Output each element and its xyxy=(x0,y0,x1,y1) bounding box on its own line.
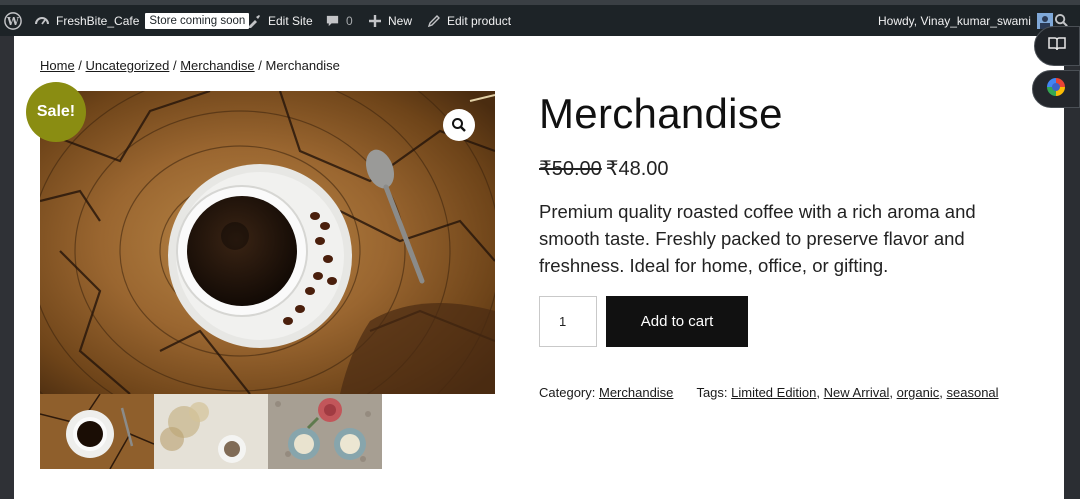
product-page: Home / Uncategorized / Merchandise / Mer… xyxy=(14,36,1064,499)
regular-price: ₹50.00 xyxy=(539,158,602,180)
store-coming-soon-badge[interactable]: Store coming soon xyxy=(145,12,250,29)
site-name: FreshBite_Cafe xyxy=(56,13,140,28)
comments-count: 0 xyxy=(346,13,353,28)
my-account-menu[interactable]: Howdy, Vinay_kumar_swami xyxy=(878,5,1053,36)
howdy-label: Howdy, Vinay_kumar_swami xyxy=(878,13,1031,28)
edit-site-label: Edit Site xyxy=(268,13,313,28)
thumbnail-flowers-coffee[interactable] xyxy=(154,394,268,469)
pencil-icon xyxy=(427,14,441,28)
quantity-input[interactable]: 1 xyxy=(539,296,597,347)
sale-price: ₹48.00 xyxy=(605,158,669,180)
tag-link[interactable]: New Arrival xyxy=(824,385,890,400)
edit-product-link[interactable]: Edit product xyxy=(427,5,511,36)
thumbnail-rose-cups[interactable] xyxy=(268,394,382,469)
site-name-menu[interactable]: FreshBite_Cafe Store coming soon xyxy=(34,5,250,36)
thumbnail-gallery xyxy=(40,394,382,469)
product-meta: Category: Merchandise Tags: Limited Edit… xyxy=(539,385,999,400)
category-link[interactable]: Merchandise xyxy=(599,385,673,400)
book-icon xyxy=(1047,36,1067,57)
extension-button[interactable] xyxy=(1032,70,1080,108)
tag-link[interactable]: seasonal xyxy=(947,385,999,400)
add-to-cart-button[interactable]: Add to cart xyxy=(606,296,748,347)
svg-text:W: W xyxy=(6,15,20,28)
comments-link[interactable]: 0 xyxy=(325,5,353,36)
tags-label: Tags: xyxy=(696,385,732,400)
tag-link[interactable]: Limited Edition xyxy=(731,385,816,400)
comment-icon xyxy=(325,13,340,28)
breadcrumb-separator: / xyxy=(169,58,181,73)
breadcrumb-home[interactable]: Home xyxy=(40,58,75,73)
breadcrumb-separator: / xyxy=(254,58,266,73)
product-main-image[interactable] xyxy=(40,91,495,394)
category-label: Category: xyxy=(539,385,599,400)
breadcrumb: Home / Uncategorized / Merchandise / Mer… xyxy=(40,58,340,73)
breadcrumb-uncategorized[interactable]: Uncategorized xyxy=(86,58,170,73)
brush-icon xyxy=(246,13,262,29)
edit-product-label: Edit product xyxy=(447,13,512,28)
product-description: Premium quality roasted coffee with a ri… xyxy=(539,201,976,276)
tag-link[interactable]: organic xyxy=(897,385,940,400)
breadcrumb-separator: / xyxy=(74,58,86,73)
thumbnail-coffee-cup[interactable] xyxy=(40,394,154,469)
breadcrumb-current: Merchandise xyxy=(265,58,340,73)
reader-mode-button[interactable] xyxy=(1034,26,1080,66)
product-title: Merchandise xyxy=(539,90,783,137)
plus-icon xyxy=(368,14,382,28)
dashboard-icon xyxy=(34,13,50,29)
new-content-menu[interactable]: New xyxy=(368,5,412,36)
wordpress-logo-icon[interactable]: W xyxy=(4,5,22,36)
sale-badge: Sale! xyxy=(26,82,86,142)
breadcrumb-merchandise[interactable]: Merchandise xyxy=(180,58,254,73)
zoom-icon[interactable] xyxy=(443,109,475,141)
new-label: New xyxy=(388,13,413,28)
edit-site-link[interactable]: Edit Site xyxy=(246,5,313,36)
colorful-globe-icon xyxy=(1046,77,1066,102)
product-price: ₹50.00 ₹48.00 xyxy=(539,156,669,181)
admin-bar: W FreshBite_Cafe Store coming soon Edit … xyxy=(0,0,1080,36)
